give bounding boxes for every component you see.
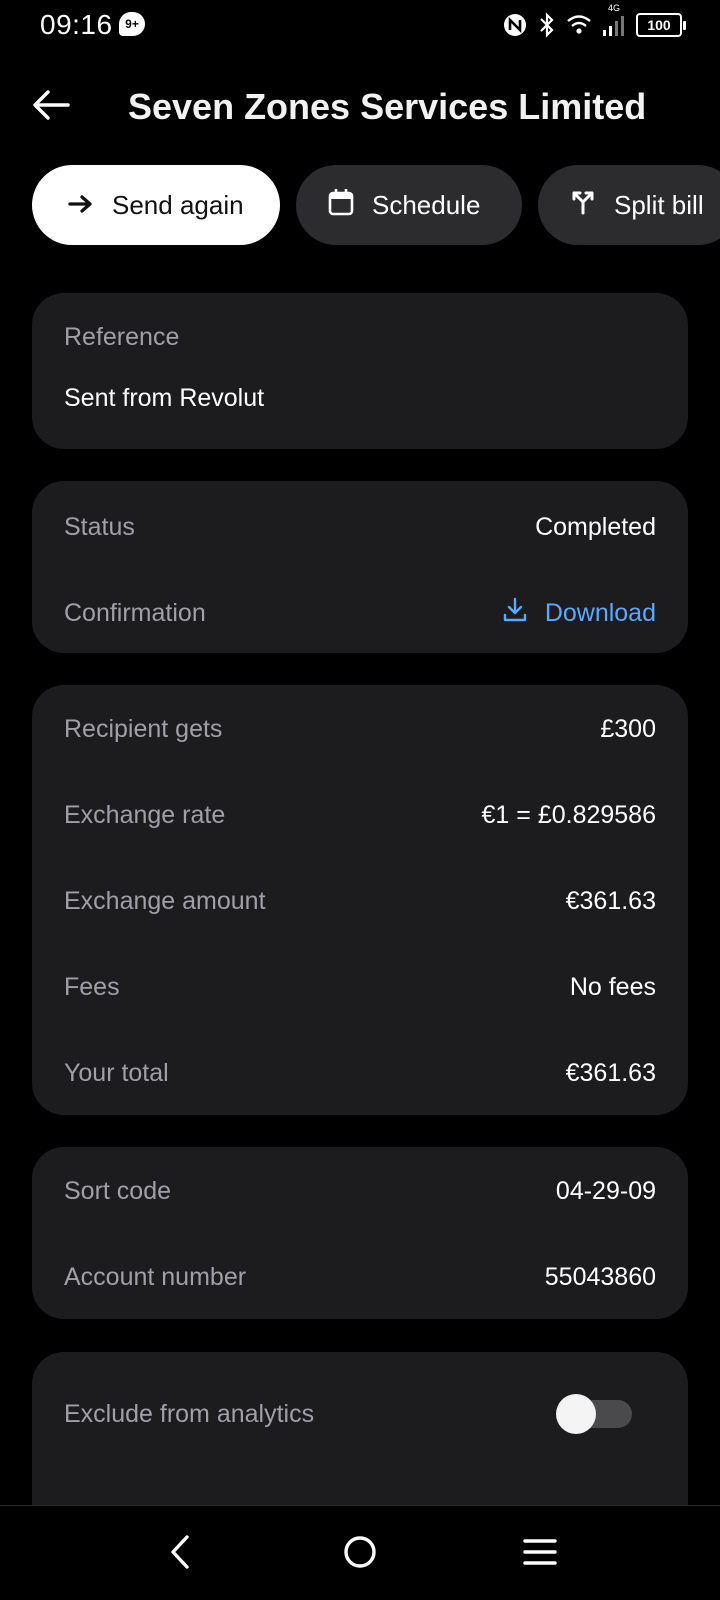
nav-home-button[interactable] [332, 1526, 388, 1582]
status-icons: 100 [502, 10, 686, 40]
account-card: Sort code 04-29-09 Account number 550438… [32, 1147, 688, 1319]
download-link[interactable]: Download [503, 597, 656, 630]
amount-row: Fees No fees [64, 967, 656, 1007]
exchange-rate-label: Exchange rate [64, 800, 226, 829]
back-button[interactable] [28, 84, 74, 130]
status-card: Status Completed Confirmation Download [32, 481, 688, 653]
amount-row: Exchange amount €361.63 [64, 881, 656, 921]
sort-code-row: Sort code 04-29-09 [64, 1171, 656, 1211]
wifi-icon [566, 14, 592, 36]
notification-badge: 9+ [119, 12, 145, 36]
split-icon [570, 189, 596, 222]
status-time: 09:16 [40, 9, 113, 40]
account-number-label: Account number [64, 1262, 247, 1291]
exchange-amount-label: Exchange amount [64, 886, 266, 915]
schedule-button[interactable]: Schedule [296, 165, 522, 245]
send-again-label: Send again [112, 189, 244, 220]
nfc-icon [502, 12, 528, 38]
exchange-rate-value: €1 = £0.829586 [481, 800, 656, 829]
download-label: Download [544, 598, 656, 627]
status-label: Status [64, 512, 135, 541]
confirmation-label: Confirmation [64, 598, 206, 627]
reference-card: Reference Sent from Revolut [32, 293, 688, 449]
exchange-amount-value: €361.63 [565, 886, 656, 915]
send-again-button[interactable]: Send again [32, 165, 280, 245]
bluetooth-icon [538, 12, 556, 38]
confirmation-row: Confirmation Download [64, 593, 656, 633]
recipient-gets-value: £300 [600, 714, 656, 743]
download-icon [503, 597, 527, 630]
your-total-label: Your total [64, 1058, 169, 1087]
arrow-left-icon [32, 89, 70, 126]
system-nav-bar [0, 1505, 720, 1600]
schedule-label: Schedule [372, 189, 481, 220]
exclude-analytics-row: Exclude from analytics [64, 1394, 548, 1434]
arrow-right-icon [68, 190, 94, 221]
fees-label: Fees [64, 972, 120, 1001]
chevron-left-icon [168, 1534, 192, 1575]
action-chips: Send again Schedule Split bill [32, 165, 720, 245]
signal-icon [602, 13, 626, 37]
amount-row: Exchange rate €1 = £0.829586 [64, 795, 656, 835]
nav-back-button[interactable] [152, 1526, 208, 1582]
amount-row: Your total €361.63 [64, 1053, 656, 1093]
your-total-value: €361.63 [565, 1058, 656, 1087]
reference-label: Reference [64, 323, 180, 351]
menu-icon [523, 1538, 557, 1571]
header: Seven Zones Services Limited [0, 70, 720, 140]
status-value: Completed [535, 512, 656, 541]
sort-code-label: Sort code [64, 1176, 172, 1205]
recipient-gets-label: Recipient gets [64, 714, 223, 743]
battery-icon: 100 [636, 13, 686, 37]
nav-menu-button[interactable] [512, 1526, 568, 1582]
exclude-analytics-label: Exclude from analytics [64, 1399, 315, 1428]
account-number-value: 55043860 [544, 1262, 656, 1291]
exclude-analytics-toggle[interactable] [556, 1394, 632, 1434]
reference-value: Sent from Revolut [64, 384, 265, 412]
home-circle-icon [342, 1534, 378, 1575]
toggle-knob [556, 1394, 596, 1434]
amounts-card: Recipient gets £300 Exchange rate €1 = £… [32, 685, 688, 1115]
status-row: Status Completed [64, 507, 656, 547]
amount-row: Recipient gets £300 [64, 709, 656, 749]
status-bar: 09:16 9+ 4G 100 [0, 0, 720, 50]
fees-value: No fees [569, 972, 656, 1001]
page-title: Seven Zones Services Limited [128, 86, 647, 127]
account-number-row: Account number 55043860 [64, 1257, 656, 1297]
battery-level: 100 [647, 17, 671, 33]
calendar-icon [328, 188, 354, 223]
split-bill-label: Split bill [614, 189, 704, 220]
split-bill-button[interactable]: Split bill [538, 165, 720, 245]
sort-code-value: 04-29-09 [555, 1176, 656, 1205]
